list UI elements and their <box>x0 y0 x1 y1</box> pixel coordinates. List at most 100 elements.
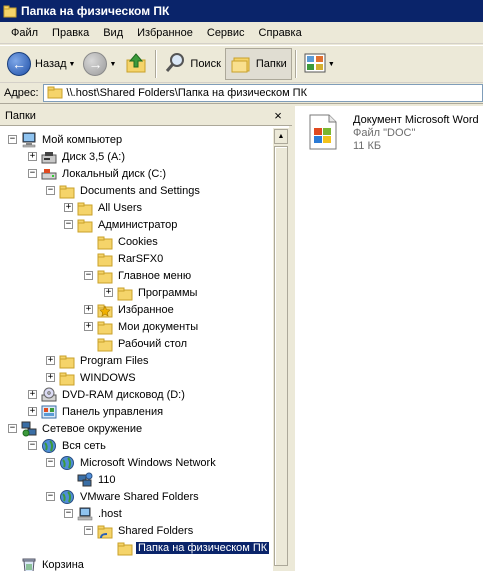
tree-item[interactable]: + All Users <box>64 199 144 216</box>
tree-item[interactable]: − Documents and Settings <box>46 182 202 199</box>
tree-item[interactable]: + Панель управления <box>28 403 165 420</box>
back-arrow-icon: ← <box>7 52 31 76</box>
folders-icon <box>230 52 252 77</box>
close-icon[interactable]: × <box>270 108 286 124</box>
collapse-icon[interactable]: − <box>28 441 37 450</box>
search-button[interactable]: Поиск <box>160 48 224 80</box>
dropdown-arrow-icon[interactable]: ▼ <box>69 61 76 68</box>
tree-item-label: VMware Shared Folders <box>80 490 199 503</box>
globe-network-icon <box>59 489 75 505</box>
collapse-icon[interactable]: − <box>46 186 55 195</box>
tree-item[interactable]: − Сетевое окружение <box>8 420 144 437</box>
tree-item[interactable]: + Мои документы <box>84 318 200 335</box>
dropdown-arrow-icon[interactable]: ▼ <box>328 61 335 68</box>
tree-item-label: Мои документы <box>118 320 199 333</box>
menu-file[interactable]: Файл <box>4 25 45 41</box>
collapse-icon[interactable]: − <box>84 271 93 280</box>
toolbar: ← Назад ▼ → ▼ Поиск Папки ▼ <box>0 45 483 83</box>
collapse-icon[interactable]: − <box>64 509 73 518</box>
tree-item[interactable]: − Вся сеть <box>28 437 108 454</box>
up-folder-icon <box>124 51 148 78</box>
scroll-thumb[interactable] <box>274 146 288 566</box>
tree-item[interactable]: − Shared Folders <box>84 522 195 539</box>
tree-item[interactable]: − Локальный диск (C:) <box>28 165 168 182</box>
dropdown-arrow-icon[interactable]: ▼ <box>109 61 116 68</box>
tree-item-label: Рабочий стол <box>118 337 188 350</box>
tree-item-label: WINDOWS <box>80 371 136 384</box>
globe-network-icon <box>41 438 57 454</box>
tree-item-label: Диск 3,5 (A:) <box>62 150 126 163</box>
tree-item[interactable]: Рабочий стол <box>84 335 189 352</box>
tree-item[interactable]: Корзина <box>8 556 86 571</box>
collapse-icon[interactable]: − <box>84 526 93 535</box>
expand-icon[interactable]: + <box>64 203 73 212</box>
folder-icon <box>59 353 75 369</box>
expand-icon[interactable]: + <box>28 390 37 399</box>
collapse-icon[interactable]: − <box>8 424 17 433</box>
expand-icon[interactable]: + <box>84 322 93 331</box>
folder-icon <box>117 540 133 556</box>
tree-item[interactable]: − Главное меню <box>84 267 193 284</box>
file-item[interactable]: Документ Microsoft Word Файл "DOC" 11 КБ <box>353 114 479 153</box>
tree-item[interactable]: − Microsoft Windows Network <box>46 454 218 471</box>
tree-item[interactable]: + Program Files <box>46 352 150 369</box>
expand-icon[interactable]: + <box>104 288 113 297</box>
menu-edit[interactable]: Правка <box>45 25 96 41</box>
tree-item[interactable]: + WINDOWS <box>46 369 138 386</box>
tree-item[interactable]: − Мой компьютер <box>8 131 124 148</box>
folder-tree: − Мой компьютер + Диск 3,5 (A:) − Локальный д… <box>0 128 275 571</box>
expand-icon[interactable]: + <box>46 373 55 382</box>
tree-item[interactable]: − .host <box>64 505 124 522</box>
folder-icon <box>77 200 93 216</box>
folders-button[interactable]: Папки <box>224 48 292 80</box>
tree-item[interactable]: + Избранное <box>84 301 176 318</box>
views-button[interactable]: ▼ <box>300 48 339 80</box>
collapse-icon[interactable]: − <box>8 135 17 144</box>
expand-icon[interactable]: + <box>46 356 55 365</box>
forward-button[interactable]: → ▼ <box>79 48 120 80</box>
menu-help[interactable]: Справка <box>252 25 309 41</box>
tree-item[interactable]: + Программы <box>104 284 199 301</box>
views-icon <box>304 53 326 76</box>
globe-network-icon <box>59 455 75 471</box>
expand-icon[interactable]: + <box>28 407 37 416</box>
up-folder-button[interactable] <box>120 48 152 80</box>
tree-item-label: Вся сеть <box>62 439 106 452</box>
tree-item[interactable]: − VMware Shared Folders <box>46 488 201 505</box>
tree-item-label: RarSFX0 <box>118 252 164 265</box>
folder-icon <box>97 319 113 335</box>
content-pane: Документ Microsoft Word Файл "DOC" 11 КБ <box>295 106 483 571</box>
menu-view[interactable]: Вид <box>96 25 130 41</box>
collapse-icon[interactable]: − <box>28 169 37 178</box>
expand-icon[interactable]: + <box>28 152 37 161</box>
tree-item[interactable]: + DVD-RAM дисковод (D:) <box>28 386 187 403</box>
menu-tools[interactable]: Сервис <box>200 25 252 41</box>
vertical-scrollbar[interactable]: ▲ <box>273 128 289 571</box>
scroll-up-arrow-icon[interactable]: ▲ <box>274 129 288 144</box>
address-value: \\.host\Shared Folders\Папка на физическ… <box>66 87 307 99</box>
tree-item[interactable]: + Диск 3,5 (A:) <box>28 148 127 165</box>
word-document-icon[interactable] <box>307 114 339 150</box>
expand-icon[interactable]: + <box>84 305 93 314</box>
menu-favorites[interactable]: Избранное <box>130 25 200 41</box>
search-label: Поиск <box>190 58 221 70</box>
collapse-icon[interactable]: − <box>46 492 55 501</box>
folder-icon <box>77 217 93 233</box>
address-input[interactable]: \\.host\Shared Folders\Папка на физическ… <box>42 84 483 102</box>
network-icon <box>21 421 37 437</box>
back-button[interactable]: ← Назад ▼ <box>3 48 79 80</box>
folder-icon <box>3 4 17 18</box>
collapse-icon[interactable]: − <box>64 220 73 229</box>
file-type: Файл "DOC" <box>353 127 416 139</box>
tree-item[interactable]: − Администратор <box>64 216 179 233</box>
favorites-folder-icon <box>97 302 113 318</box>
server-icon <box>77 506 93 522</box>
collapse-icon[interactable]: − <box>46 458 55 467</box>
tree-item[interactable]: Папка на физическом ПК <box>104 539 270 556</box>
tree-item[interactable]: Cookies <box>84 233 160 250</box>
folder-icon <box>47 85 63 102</box>
tree-item[interactable]: RarSFX0 <box>84 250 165 267</box>
folder-icon <box>59 183 75 199</box>
tree-item-label: Главное меню <box>118 269 192 282</box>
tree-item[interactable]: 110 <box>64 471 118 488</box>
